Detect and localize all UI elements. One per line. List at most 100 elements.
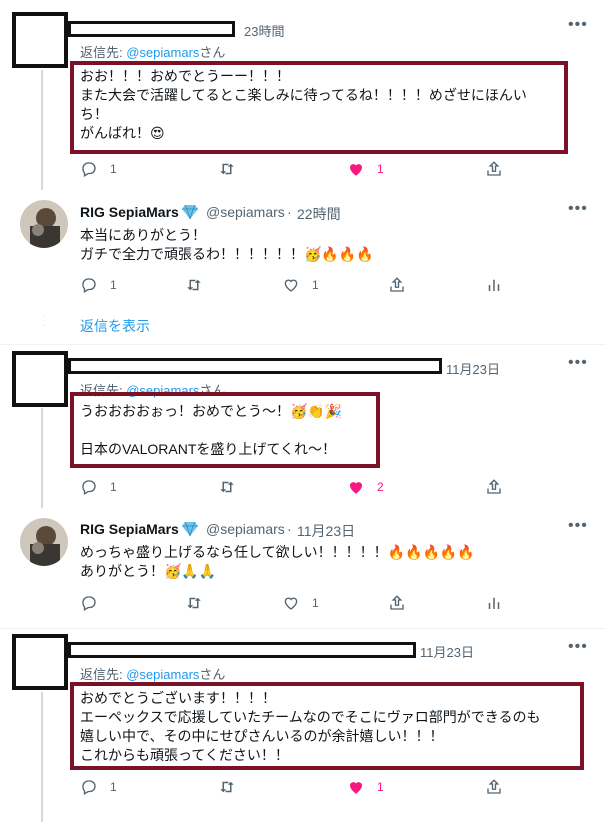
reply-suffix: さん xyxy=(199,667,226,682)
display-name[interactable]: RIG SepiaMars xyxy=(80,521,198,537)
retweet-action[interactable] xyxy=(185,276,203,294)
tweet-time[interactable]: 22時間 xyxy=(297,204,341,224)
sepiamars-avatar[interactable] xyxy=(20,200,68,248)
thread-line xyxy=(41,408,43,508)
tweet-time[interactable]: 11月23日 xyxy=(297,521,355,541)
tweet-text: 本当にありがとう！ ガチで全力で頑張るわ！！！！！！🥳🔥🔥🔥 xyxy=(80,227,374,262)
more-icon[interactable]: ••• xyxy=(568,638,588,656)
thread-dots: · · · xyxy=(43,311,46,330)
like-action[interactable]: 1 xyxy=(347,160,384,178)
share-action[interactable] xyxy=(485,478,503,496)
reply-prefix: 返信先: xyxy=(80,667,127,682)
like-count: 1 xyxy=(377,780,384,794)
reply-user-link[interactable]: @sepiamars xyxy=(126,45,199,60)
thread-line xyxy=(41,70,43,190)
tweet-time[interactable]: 23時間 xyxy=(244,21,284,40)
redacted-username xyxy=(68,21,235,37)
retweet-action[interactable] xyxy=(218,478,236,496)
reply-icon xyxy=(82,780,96,795)
reply-count: 1 xyxy=(110,780,117,794)
tweet-time[interactable]: 11月23日 xyxy=(420,642,474,661)
verified-diamond-icon xyxy=(181,522,198,536)
analytics-action[interactable] xyxy=(485,594,503,612)
reply-icon xyxy=(82,596,96,611)
reply-to-line: 返信先: @sepiamarsさん xyxy=(80,42,225,61)
heart-outline-icon xyxy=(284,597,298,610)
analytics-icon xyxy=(488,279,500,291)
sepiamars-avatar[interactable] xyxy=(20,518,68,566)
reply-prefix: 返信先: xyxy=(80,45,127,60)
retweet-icon xyxy=(220,481,234,493)
more-icon[interactable]: ••• xyxy=(568,517,588,535)
retweet-action[interactable] xyxy=(185,594,203,612)
share-icon xyxy=(487,779,501,794)
more-icon[interactable]: ••• xyxy=(568,200,588,218)
display-name[interactable]: RIG SepiaMars xyxy=(80,204,198,220)
separator-dot: · xyxy=(287,521,292,537)
reply-count: 1 xyxy=(110,480,117,494)
more-icon[interactable]: ••• xyxy=(568,16,588,34)
user-handle[interactable]: @sepiamars xyxy=(206,521,285,537)
tweet-time[interactable]: 11月23日 xyxy=(446,359,500,378)
thread-line xyxy=(41,692,43,822)
reply-user-link[interactable]: @sepiamars xyxy=(126,667,199,682)
share-action[interactable] xyxy=(388,276,406,294)
heart-filled-icon xyxy=(350,782,362,794)
share-icon xyxy=(487,479,501,494)
redacted-avatar xyxy=(12,12,68,68)
tweet-text: おめでとうございます！！！！ エーペックスで応援していたチームなのでそこにヴァロ… xyxy=(80,690,541,763)
redacted-avatar xyxy=(12,634,68,690)
share-icon xyxy=(390,595,404,610)
heart-filled-icon xyxy=(350,164,362,176)
tweet-text: おお！！！おめでとうーー！！！ また大会で活躍してるとこ楽しみに待ってるね！！！… xyxy=(80,68,527,141)
reply-action[interactable]: 1 xyxy=(80,276,117,294)
like-count: 1 xyxy=(312,278,319,292)
analytics-icon xyxy=(488,597,500,609)
reply-action[interactable]: 1 xyxy=(80,478,117,496)
tweet-text: うおおおおぉっ！おめでとう～！🥳👏🎉 日本のVALORANTを盛り上げてくれ～！ xyxy=(80,403,343,457)
separator-dot: · xyxy=(287,204,292,220)
retweet-action[interactable] xyxy=(218,778,236,796)
heart-filled-icon xyxy=(350,482,362,494)
share-icon xyxy=(487,161,501,176)
reply-count: 1 xyxy=(110,278,117,292)
reply-icon xyxy=(82,480,96,495)
separator xyxy=(0,628,606,629)
reply-count: 1 xyxy=(110,162,117,176)
share-action[interactable] xyxy=(485,160,503,178)
reply-to-line: 返信先: @sepiamarsさん xyxy=(80,664,225,683)
redacted-username xyxy=(68,358,442,374)
verified-diamond-icon xyxy=(181,205,198,219)
like-count: 1 xyxy=(312,596,319,610)
display-name-text: RIG SepiaMars xyxy=(80,521,179,537)
retweet-icon xyxy=(220,781,234,793)
like-action[interactable]: 1 xyxy=(347,778,384,796)
reply-action[interactable]: 1 xyxy=(80,778,117,796)
more-icon[interactable]: ••• xyxy=(568,354,588,372)
separator xyxy=(0,344,606,345)
like-action[interactable]: 2 xyxy=(347,478,384,496)
tweet-text: めっちゃ盛り上げるなら任して欲しい！！！！！🔥🔥🔥🔥🔥 ありがとう！🥳🙏🙏 xyxy=(80,544,475,579)
show-replies-link[interactable]: 返信を表示 xyxy=(80,316,150,336)
redacted-username xyxy=(68,642,416,658)
user-handle[interactable]: @sepiamars xyxy=(206,204,285,220)
reply-action[interactable]: 1 xyxy=(80,160,117,178)
like-action[interactable]: 1 xyxy=(282,594,319,612)
reply-suffix: さん xyxy=(199,45,226,60)
retweet-action[interactable] xyxy=(218,160,236,178)
reply-icon xyxy=(82,162,96,177)
redacted-avatar xyxy=(12,351,68,407)
retweet-icon xyxy=(187,279,201,291)
like-count: 2 xyxy=(377,480,384,494)
display-name-text: RIG SepiaMars xyxy=(80,204,179,220)
retweet-icon xyxy=(220,163,234,175)
reply-action[interactable] xyxy=(80,594,110,612)
reply-icon xyxy=(82,278,96,293)
analytics-action[interactable] xyxy=(485,276,503,294)
like-count: 1 xyxy=(377,162,384,176)
like-action[interactable]: 1 xyxy=(282,276,319,294)
share-action[interactable] xyxy=(388,594,406,612)
retweet-icon xyxy=(187,597,201,609)
heart-outline-icon xyxy=(284,279,298,292)
share-action[interactable] xyxy=(485,778,503,796)
